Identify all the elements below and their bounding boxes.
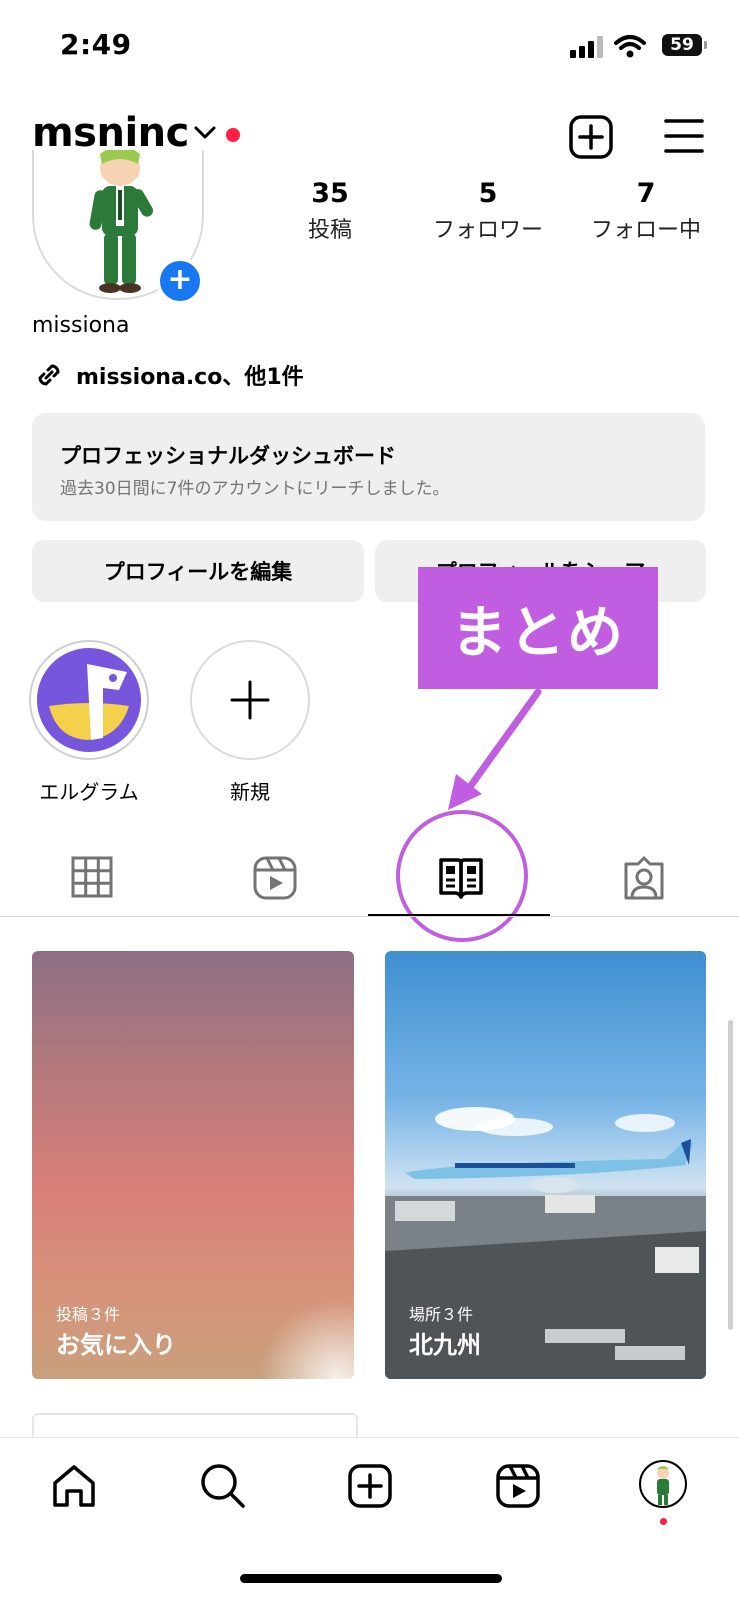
annotation-arrow [448, 688, 542, 810]
notification-dot [226, 128, 240, 142]
create-icon[interactable] [347, 1463, 393, 1509]
dashboard-title[interactable]: プロフェッショナルダッシュボード [60, 440, 396, 470]
following-count[interactable]: 7 [576, 178, 716, 209]
reels-icon[interactable] [495, 1463, 541, 1509]
new-highlight-button[interactable] [190, 640, 310, 760]
plus-icon [230, 680, 270, 720]
menu-icon[interactable] [664, 118, 704, 154]
following-label[interactable]: フォロー中 [566, 212, 726, 244]
reels-tab-icon[interactable] [253, 856, 297, 900]
profile-name: missiona [32, 313, 130, 338]
highlight-elgram-label[interactable]: エルグラム [14, 776, 164, 805]
collection-title: お気に入り [56, 1331, 176, 1359]
profile-link-text[interactable]: missiona.co、他1件 [76, 359, 304, 391]
tagged-tab-icon[interactable] [622, 856, 666, 900]
profile-link[interactable]: missiona.co、他1件 [32, 358, 304, 392]
elgram-logo-icon [37, 648, 141, 752]
edit-profile-button[interactable]: プロフィールを編集 [32, 540, 364, 602]
posts-label[interactable]: 投稿 [250, 212, 410, 244]
dashboard-subtitle: 過去30日間に7件のアカウントにリーチしました。 [60, 479, 450, 499]
active-tab-indicator [368, 914, 550, 916]
profile-notification-dot [660, 1518, 667, 1525]
annotation-label: まとめ [418, 567, 658, 689]
battery-indicator: 59 [662, 34, 707, 56]
link-icon [38, 364, 60, 386]
posts-count[interactable]: 35 [260, 178, 400, 209]
collection-card-kitakyushu[interactable]: 場所３件 北九州 [385, 951, 706, 1379]
collection-count: 投稿３件 [56, 1305, 121, 1324]
highlight-elgram[interactable] [29, 640, 149, 760]
collection-count: 場所３件 [409, 1305, 474, 1324]
cellular-signal-icon [570, 36, 603, 58]
grid-tab-icon[interactable] [71, 856, 113, 898]
followers-label[interactable]: フォロワー [408, 212, 568, 244]
wifi-icon [614, 35, 646, 58]
annotation-circle [396, 810, 528, 942]
add-story-button[interactable]: + [156, 257, 204, 305]
followers-count[interactable]: 5 [418, 178, 558, 209]
chevron-down-icon[interactable] [194, 126, 216, 140]
avatar-character-icon [657, 1466, 669, 1505]
tab-divider [0, 916, 739, 917]
home-indicator[interactable] [240, 1574, 502, 1583]
collection-card-favorites[interactable]: 投稿３件 お気に入り [32, 951, 354, 1379]
scrollbar[interactable] [728, 1020, 733, 1330]
collection-title: 北九州 [409, 1331, 481, 1359]
create-post-icon[interactable] [568, 114, 614, 160]
profile-nav-avatar[interactable] [639, 1460, 687, 1508]
home-icon[interactable] [51, 1463, 97, 1509]
status-time: 2:49 [60, 28, 132, 61]
search-icon[interactable] [199, 1462, 247, 1510]
new-highlight-label[interactable]: 新規 [175, 776, 325, 805]
